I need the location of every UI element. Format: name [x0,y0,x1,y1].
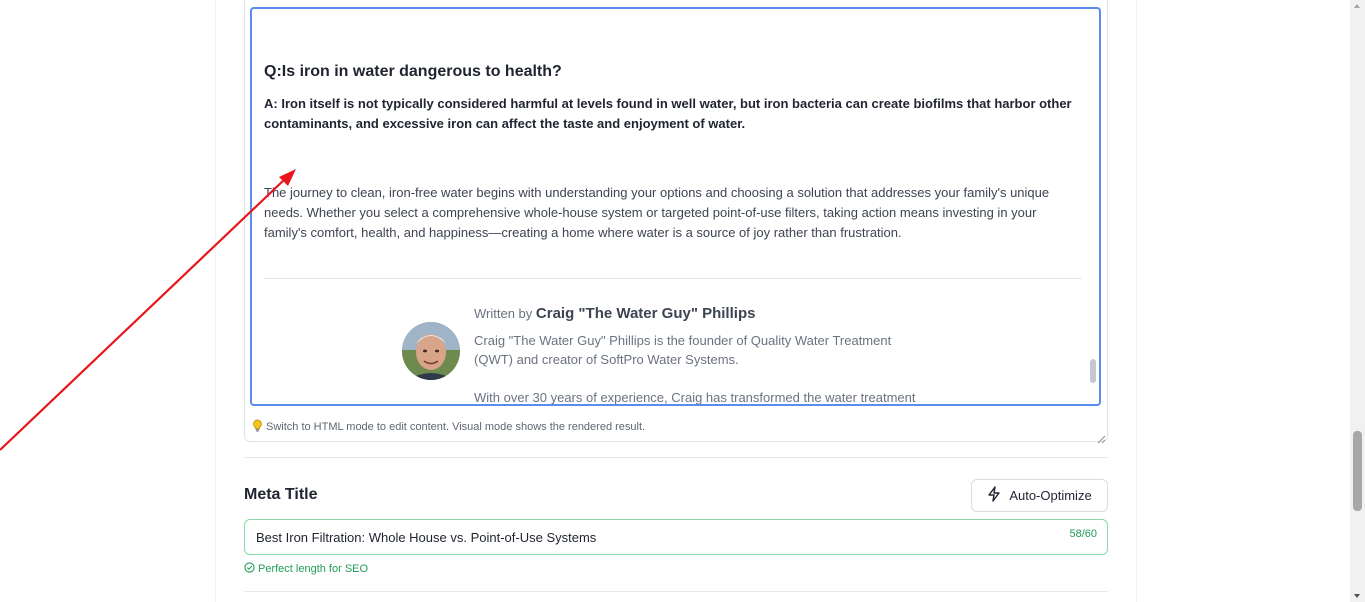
auto-optimize-label: Auto-Optimize [1009,488,1092,503]
editor-hint-text: Switch to HTML mode to edit content. Vis… [266,421,646,433]
author-bio-1: Craig "The Water Guy" Phillips is the fo… [474,333,892,367]
visual-editor[interactable]: Q:Is iron in water dangerous to health? … [250,7,1101,406]
author-byline: Written by Craig "The Water Guy" Phillip… [474,305,755,322]
author-name: Craig "The Water Guy" Phillips [535,305,756,322]
auto-optimize-button[interactable]: Auto-Optimize [971,479,1108,512]
conclusion-paragraph: The journey to clean, iron-free water be… [264,185,1050,240]
page: Q:Is iron in water dangerous to health? … [0,0,1365,602]
section-divider [244,457,1108,458]
meta-title-input[interactable]: Best Iron Filtration: Whole House vs. Po… [244,519,1108,555]
check-circle-icon [244,562,255,576]
author-avatar [402,322,460,380]
seo-status-text: Perfect length for SEO [258,563,369,575]
scroll-down-arrow-icon[interactable] [1354,594,1360,598]
meta-title-value: Best Iron Filtration: Whole House vs. Po… [256,529,597,545]
lightning-icon [987,486,1001,505]
lightbulb-icon [252,419,263,435]
editor-hint: Switch to HTML mode to edit content. Vis… [252,419,645,435]
character-count: 58/60 [1069,528,1097,540]
page-scrollbar[interactable] [1350,0,1365,602]
content-divider [264,278,1082,279]
scroll-up-arrow-icon[interactable] [1354,4,1360,8]
faq-question: Q:Is iron in water dangerous to health? [264,63,562,80]
faq-answer: A: Iron itself is not typically consider… [264,96,1072,131]
written-by-label: Written by [474,306,533,321]
meta-title-label: Meta Title [244,486,318,503]
editor-scrollbar-thumb[interactable] [1090,359,1096,383]
page-scrollbar-thumb[interactable] [1353,431,1362,511]
section-divider-bottom [244,591,1108,592]
seo-status: Perfect length for SEO [244,562,368,576]
resize-handle-icon[interactable] [1097,431,1106,444]
author-bio-2: With over 30 years of experience, Craig … [474,390,916,405]
